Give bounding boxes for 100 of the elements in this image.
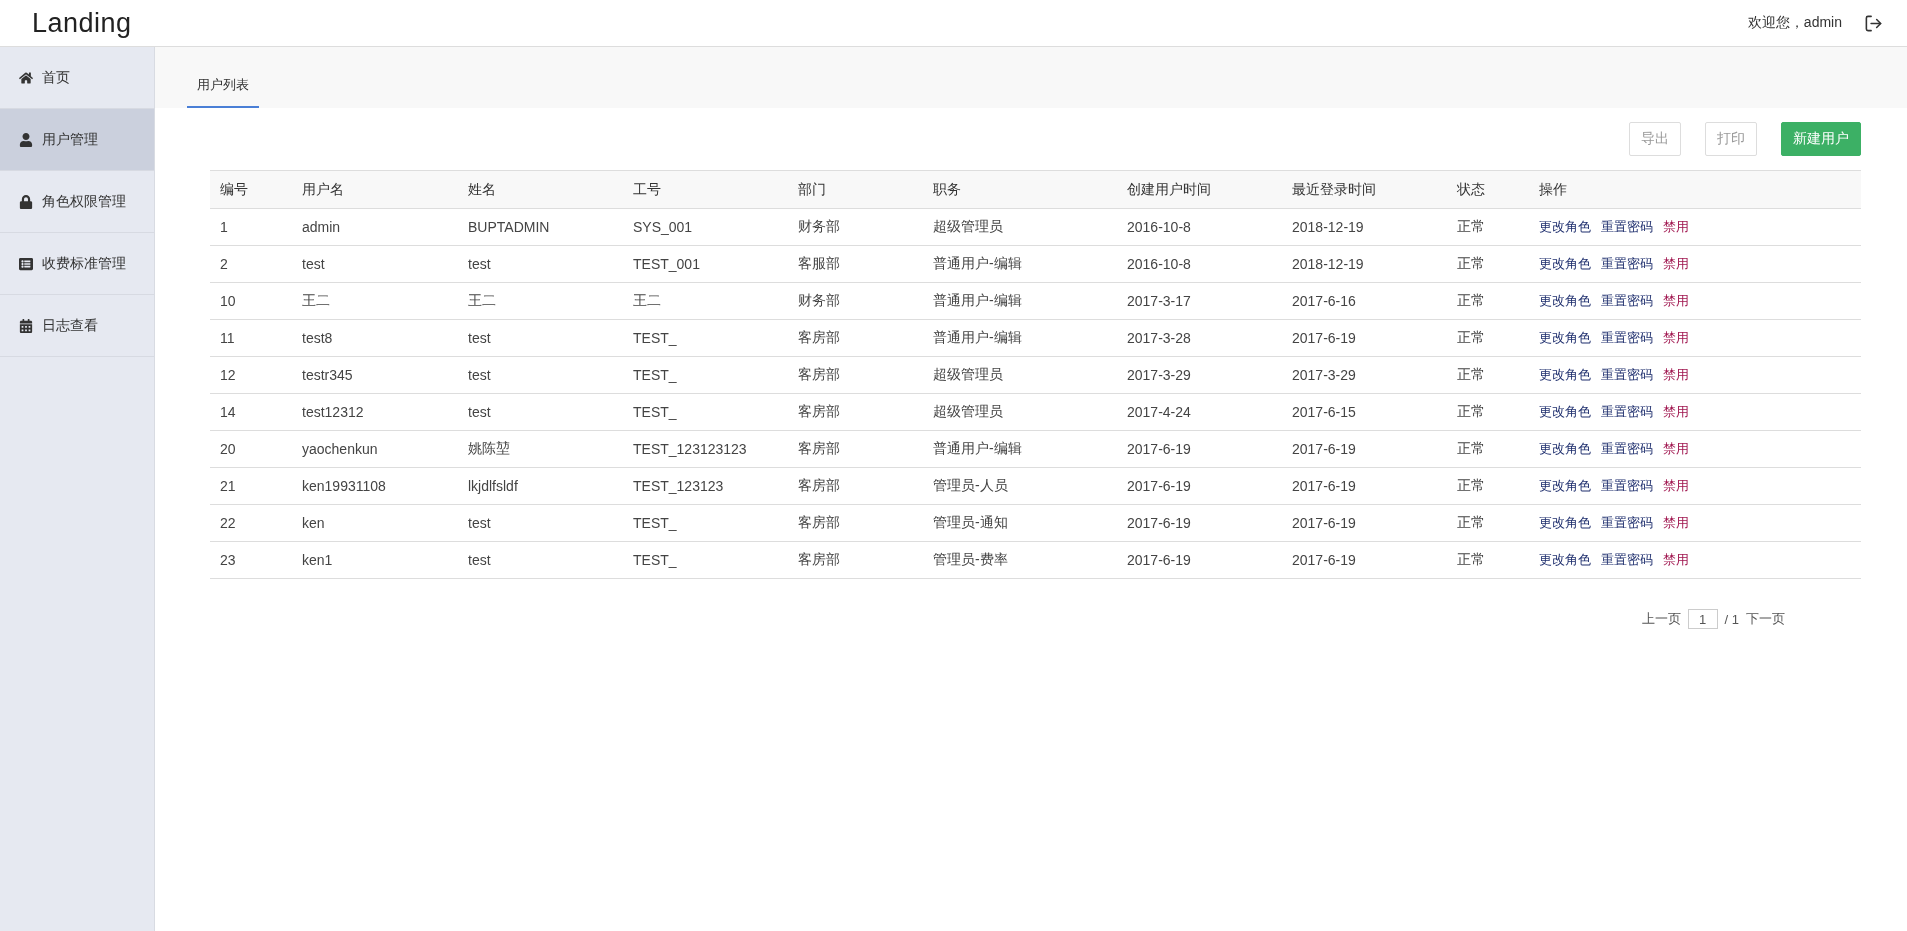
action-link[interactable]: 更改角色 [1539,218,1591,236]
action-link[interactable]: 更改角色 [1539,551,1591,569]
department-cell: 财务部 [788,282,923,320]
sidebar-item[interactable]: 日志查看 [0,295,154,357]
created-time-cell: 2017-6-19 [1117,504,1282,542]
action-link[interactable]: 更改角色 [1539,292,1591,310]
sidebar-item[interactable]: 角色权限管理 [0,171,154,233]
position-cell: 普通用户-编辑 [923,319,1117,357]
action-link[interactable]: 更改角色 [1539,440,1591,458]
username-cell: test8 [292,319,458,357]
sidebar-item[interactable]: 收费标准管理 [0,233,154,295]
disable-link[interactable]: 禁用 [1663,218,1689,236]
action-link[interactable]: 重置密码 [1601,255,1653,273]
action-link[interactable]: 重置密码 [1601,403,1653,421]
status-cell: 正常 [1447,356,1529,394]
created-time-cell: 2017-4-24 [1117,393,1282,431]
id-cell: 2 [210,245,292,283]
username-cell: 王二 [292,282,458,320]
employee-number-cell: TEST_123123 [623,467,788,505]
disable-link[interactable]: 禁用 [1663,255,1689,273]
username-cell: ken19931108 [292,467,458,505]
logout-icon[interactable] [1864,13,1883,33]
disable-link[interactable]: 禁用 [1663,477,1689,495]
username-cell: test [292,245,458,283]
id-cell: 23 [210,541,292,579]
action-link[interactable]: 更改角色 [1539,329,1591,347]
action-link[interactable]: 更改角色 [1539,403,1591,421]
login-time-cell: 2017-6-16 [1282,282,1447,320]
department-cell: 客房部 [788,319,923,357]
id-cell: 1 [210,208,292,246]
created-time-cell: 2016-10-8 [1117,245,1282,283]
created-time-cell: 2017-6-19 [1117,430,1282,468]
id-cell: 21 [210,467,292,505]
status-cell: 正常 [1447,319,1529,357]
department-cell: 客房部 [788,430,923,468]
name-cell: test [458,319,623,357]
next-page-link[interactable]: 下一页 [1746,610,1785,628]
disable-link[interactable]: 禁用 [1663,292,1689,310]
username-cell: ken [292,504,458,542]
column-header: 部门 [788,170,923,209]
position-cell: 超级管理员 [923,393,1117,431]
disable-link[interactable]: 禁用 [1663,329,1689,347]
department-cell: 客房部 [788,541,923,579]
username-cell: test12312 [292,393,458,431]
sidebar-item[interactable]: 用户管理 [0,109,154,171]
department-cell: 客房部 [788,467,923,505]
action-link[interactable]: 更改角色 [1539,514,1591,532]
action-link[interactable]: 重置密码 [1601,366,1653,384]
action-link[interactable]: 更改角色 [1539,477,1591,495]
action-link[interactable]: 重置密码 [1601,551,1653,569]
list-icon [19,256,33,271]
status-cell: 正常 [1447,245,1529,283]
column-header: 编号 [210,170,292,209]
employee-number-cell: TEST_123123123 [623,430,788,468]
position-cell: 管理员-费率 [923,541,1117,579]
disable-link[interactable]: 禁用 [1663,514,1689,532]
disable-link[interactable]: 禁用 [1663,366,1689,384]
employee-number-cell: TEST_ [623,356,788,394]
home-icon [19,70,33,85]
column-header: 创建用户时间 [1117,170,1282,209]
created-time-cell: 2017-6-19 [1117,541,1282,579]
login-time-cell: 2017-6-19 [1282,430,1447,468]
action-link[interactable]: 重置密码 [1601,514,1653,532]
action-link[interactable]: 更改角色 [1539,366,1591,384]
status-cell: 正常 [1447,541,1529,579]
employee-number-cell: 王二 [623,282,788,320]
employee-number-cell: TEST_ [623,319,788,357]
name-cell: test [458,245,623,283]
position-cell: 管理员-人员 [923,467,1117,505]
welcome-text: 欢迎您，admin [1747,14,1842,32]
tab[interactable]: 用户列表 [187,76,259,108]
department-cell: 财务部 [788,208,923,246]
previous-page-link[interactable]: 上一页 [1641,610,1681,628]
name-cell: test [458,504,623,542]
status-cell: 正常 [1447,504,1529,542]
status-cell: 正常 [1447,430,1529,468]
action-link[interactable]: 重置密码 [1601,218,1653,236]
column-header: 工号 [623,170,788,209]
action-link[interactable]: 重置密码 [1601,440,1653,458]
column-header: 最近登录时间 [1282,170,1447,209]
status-cell: 正常 [1447,282,1529,320]
action-link[interactable]: 更改角色 [1539,255,1591,273]
position-cell: 普通用户-编辑 [923,282,1117,320]
username-cell: testr345 [292,356,458,394]
id-cell: 20 [210,430,292,468]
login-time-cell: 2017-6-19 [1282,467,1447,505]
disable-link[interactable]: 禁用 [1663,403,1689,421]
disable-link[interactable]: 禁用 [1663,551,1689,569]
action-link[interactable]: 重置密码 [1601,292,1653,310]
login-time-cell: 2018-12-19 [1282,208,1447,246]
disable-link[interactable]: 禁用 [1663,440,1689,458]
status-cell: 正常 [1447,467,1529,505]
action-link[interactable]: 重置密码 [1601,329,1653,347]
created-time-cell: 2017-3-29 [1117,356,1282,394]
name-cell: test [458,356,623,394]
page-total: / 1 [1724,611,1739,627]
name-cell: test [458,541,623,579]
page-input[interactable]: 1 [1687,609,1718,629]
position-cell: 普通用户-编辑 [923,245,1117,283]
action-link[interactable]: 重置密码 [1601,477,1653,495]
